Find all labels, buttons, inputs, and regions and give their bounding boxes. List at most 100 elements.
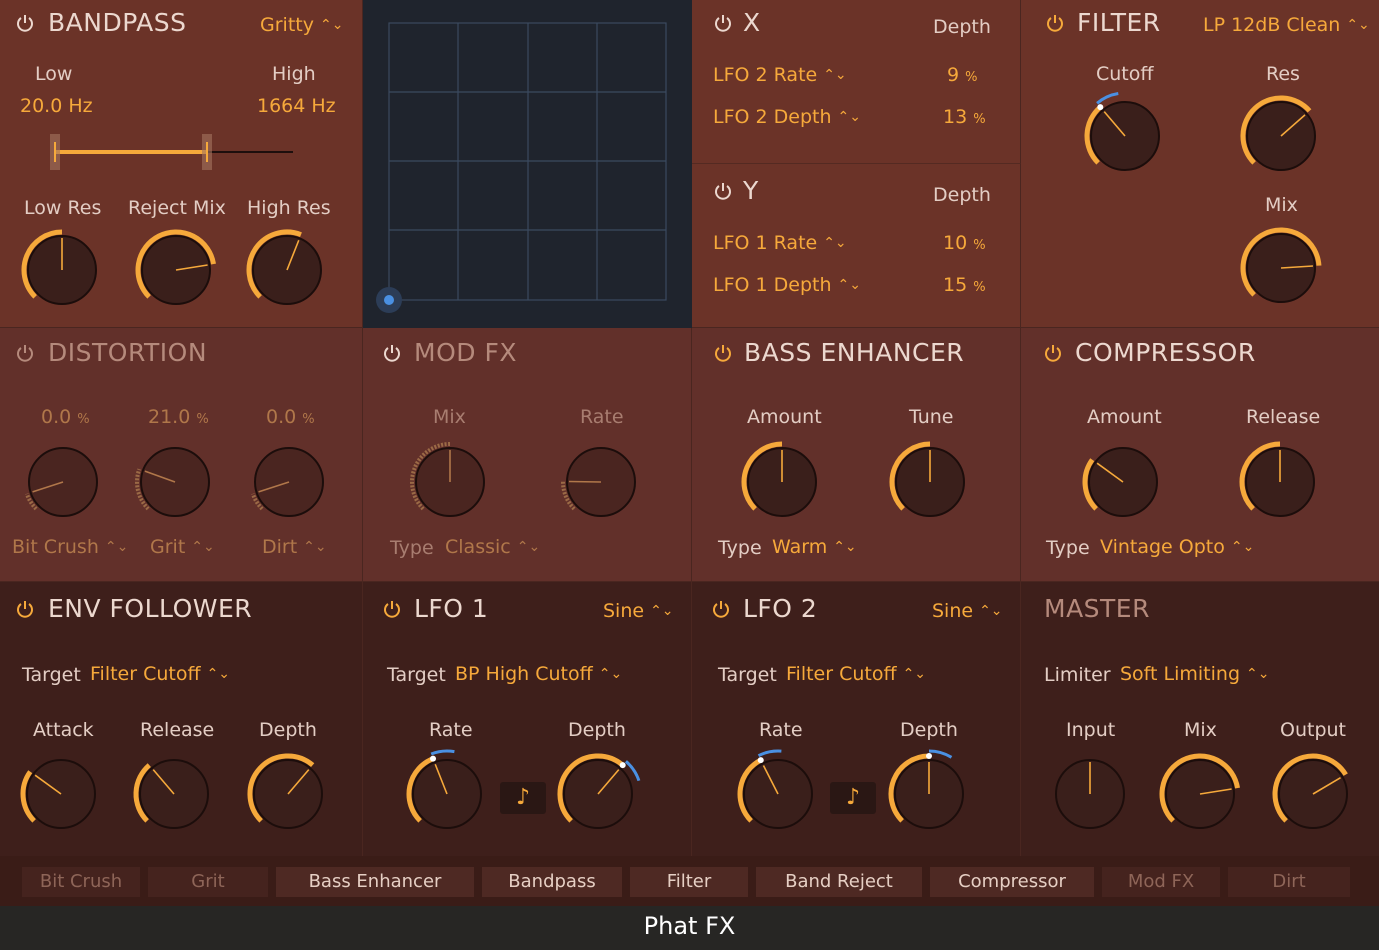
filter-mode-value: LP 12dB Clean [1203,14,1341,36]
env-depth-label: Depth [259,719,317,741]
lfo1-target-value: BP High Cutoff [455,663,593,685]
updown-icon: ⌃⌄ [833,539,857,555]
order-dirt[interactable]: Dirt [1228,867,1350,897]
cutoff-label: Cutoff [1096,63,1154,85]
grit-readout-value: 21.0 [148,406,191,428]
modfx-panel: MOD FX Mix Rate Type Classic ⌃⌄ [363,328,692,582]
order-bit-crush[interactable]: Bit Crush [22,867,140,897]
high-value[interactable]: 1664 Hz [257,95,336,117]
lfo2-panel: LFO 2 Sine ⌃⌄ Target Filter Cutoff ⌃⌄ Rate… [692,582,1021,856]
bandpass-mode-select[interactable]: Gritty ⌃⌄ [260,14,343,36]
updown-icon: ⌃⌄ [303,539,327,555]
power-icon[interactable] [14,12,36,34]
note-icon[interactable]: ♪ [500,782,546,814]
bitcrush-readout-unit: % [77,412,90,427]
power-icon[interactable] [1042,342,1064,364]
y-row2-depth[interactable]: 15 % [943,274,986,296]
xy-puck[interactable] [374,285,404,315]
env-target-select[interactable]: Filter Cutoff ⌃⌄ [90,663,230,685]
x-row2-select[interactable]: LFO 2 Depth ⌃⌄ [713,106,861,128]
y-row2-value: 15 [943,274,968,296]
updown-icon: ⌃⌄ [1246,666,1270,682]
power-icon[interactable] [712,12,734,34]
xy-pad[interactable] [363,0,692,328]
order-filter[interactable]: Filter [630,867,748,897]
order-mod-fx[interactable]: Mod FX [1102,867,1220,897]
comp-type-select[interactable]: Vintage Opto ⌃⌄ [1100,536,1254,558]
modulation-arc [430,749,455,756]
y-row1-label: LFO 1 Rate [713,232,818,254]
compressor-panel: COMPRESSOR Amount Release Type Vintage O… [1021,328,1379,582]
power-icon[interactable] [1044,12,1066,34]
master-title: MASTER [1044,594,1150,623]
app-title-bar: Phat FX [0,906,1379,950]
grit-readout[interactable]: 21.0 % [148,406,209,428]
input-label: Input [1066,719,1116,741]
updown-icon: ⌃⌄ [516,539,541,555]
power-icon[interactable] [14,342,36,364]
x-row1-select[interactable]: LFO 2 Rate ⌃⌄ [713,64,847,86]
x-row2-depth[interactable]: 13 % [943,106,986,128]
lfo1-wave-select[interactable]: Sine ⌃⌄ [603,600,674,622]
lfo1-target-select[interactable]: BP High Cutoff ⌃⌄ [455,663,622,685]
power-icon[interactable] [381,598,403,620]
knob-pointer [568,480,602,483]
updown-icon: ⌃⌄ [191,539,215,555]
modfx-type-select[interactable]: Classic ⌃⌄ [445,536,540,558]
comp-amount-label: Amount [1087,406,1162,428]
order-grit[interactable]: Grit [148,867,268,897]
dirt-type-select[interactable]: Dirt ⌃⌄ [262,536,327,558]
power-icon[interactable] [712,342,734,364]
updown-icon: ⌃⌄ [837,277,861,293]
y-row1-select[interactable]: LFO 1 Rate ⌃⌄ [713,232,847,254]
filter-panel: FILTER LP 12dB Clean ⌃⌄ Cutoff Res Mix [1021,0,1379,328]
updown-icon: ⌃⌄ [823,235,847,251]
order-band-reject[interactable]: Band Reject [756,867,922,897]
updown-icon: ⌃⌄ [837,109,861,125]
order-bandpass[interactable]: Bandpass [482,867,622,897]
low-value[interactable]: 20.0 Hz [20,95,93,117]
grit-type-select[interactable]: Grit ⌃⌄ [150,536,215,558]
mod-handle [926,753,932,759]
updown-icon: ⌃⌄ [650,603,674,619]
be-tune-label: Tune [909,406,954,428]
bitcrush-readout[interactable]: 0.0 % [41,406,90,428]
mod-handle [1097,104,1104,111]
lfo2-wave-value: Sine [932,600,974,622]
note-icon[interactable]: ♪ [830,782,876,814]
compressor-title: COMPRESSOR [1075,338,1256,367]
power-icon[interactable] [710,598,732,620]
bandpass-title: BANDPASS [48,8,187,37]
order-compressor[interactable]: Compressor [930,867,1094,897]
updown-icon: ⌃⌄ [104,539,129,555]
x-row1-depth[interactable]: 9 % [947,64,978,86]
x-depth-label: Depth [933,16,991,38]
bandpass-mode-value: Gritty [260,14,314,36]
master-panel: MASTER Limiter Soft Limiting ⌃⌄ Input Mix… [1021,582,1379,856]
limiter-label: Limiter [1044,664,1111,686]
y-mod-panel: Y Depth LFO 1 Rate ⌃⌄ 10 % LFO 1 Depth ⌃⌄ … [692,164,1021,328]
lfo1-target-label: Target [387,664,446,686]
modfx-type-label: Type [390,537,434,559]
lfo2-target-select[interactable]: Filter Cutoff ⌃⌄ [786,663,926,685]
bitcrush-type: Bit Crush [12,536,99,558]
bitcrush-type-select[interactable]: Bit Crush ⌃⌄ [12,536,128,558]
power-icon[interactable] [381,342,403,364]
power-icon[interactable] [712,180,734,202]
x-row2-label: LFO 2 Depth [713,106,832,128]
be-type-select[interactable]: Warm ⌃⌄ [772,536,857,558]
filter-mode-select[interactable]: LP 12dB Clean ⌃⌄ [1203,14,1370,36]
grit-type: Grit [150,536,186,558]
order-bass-enhancer[interactable]: Bass Enhancer [276,867,474,897]
lfo1-depth-label: Depth [568,719,626,741]
y-row2-select[interactable]: LFO 1 Depth ⌃⌄ [713,274,861,296]
dirt-readout[interactable]: 0.0 % [266,406,315,428]
lfo2-wave-select[interactable]: Sine ⌃⌄ [932,600,1003,622]
limiter-select[interactable]: Soft Limiting ⌃⌄ [1120,663,1269,685]
lfo1-panel: LFO 1 Sine ⌃⌄ Target BP High Cutoff ⌃⌄ Rat… [363,582,692,856]
bandpass-panel: BANDPASS Gritty ⌃⌄ Low High 20.0 Hz 1664 … [0,0,363,328]
y-row1-depth[interactable]: 10 % [943,232,986,254]
bandpass-range-slider[interactable] [45,128,305,174]
power-icon[interactable] [14,598,36,620]
x-mod-panel: X Depth LFO 2 Rate ⌃⌄ 9 % LFO 2 Depth ⌃⌄ 1… [692,0,1021,164]
